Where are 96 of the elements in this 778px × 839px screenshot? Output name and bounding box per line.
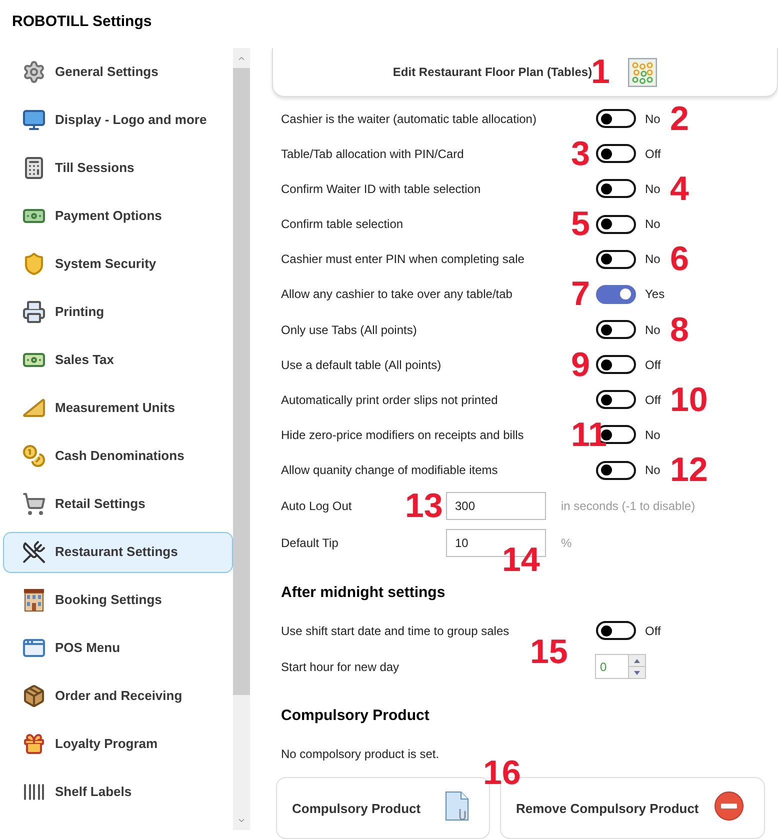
setting-label: Use shift start date and time to group sales (281, 624, 510, 638)
section-heading: After midnight settings (281, 582, 446, 603)
toggle-state: Off (645, 146, 661, 163)
setting-label: Start hour for new day (281, 660, 400, 674)
sidebar-item[interactable]: Booking Settings (3, 580, 233, 620)
callout-number: 13 (405, 489, 443, 524)
document-clip-icon (445, 790, 469, 821)
package-icon (22, 684, 46, 708)
info-message: No compolsory product is set. (281, 746, 440, 762)
setting-label: Hide zero-price modifiers on receipts and bills (281, 428, 524, 442)
toggle-state: No (645, 180, 660, 198)
setting-label: Only use Tabs (All points) (281, 322, 417, 337)
callout-number: 4 (670, 172, 689, 206)
gear-icon (22, 60, 46, 84)
toggle-state: Off (645, 622, 661, 640)
setting-label: Use a default table (All points) (281, 358, 442, 372)
toggle-state: Yes (645, 286, 665, 304)
field-hint: in seconds (-1 to disable) (561, 498, 696, 516)
callout-number: 7 (571, 277, 590, 312)
sidebar-item[interactable]: Till Sessions (3, 148, 233, 188)
toggle-switch[interactable] (596, 109, 636, 128)
coins-icon (22, 444, 46, 468)
sidebar-item[interactable]: Shelf Labels (3, 772, 233, 812)
toggle-switch[interactable] (596, 355, 636, 374)
callout-number: 15 (530, 634, 568, 669)
building-icon (22, 588, 46, 612)
sidebar-item[interactable]: Order and Receiving (3, 676, 233, 716)
callout-number: 5 (571, 207, 590, 242)
caret-down-icon (634, 670, 640, 675)
callout-number: 12 (670, 453, 708, 488)
toggle-state: Off (645, 392, 661, 409)
toggle-switch[interactable] (596, 250, 636, 269)
window-title: ROBOTILL Settings (12, 13, 152, 30)
printer-icon (22, 300, 46, 324)
number-field[interactable]: 0 (595, 654, 629, 680)
toggle-state: No (645, 110, 660, 128)
toggle-switch[interactable] (596, 390, 636, 410)
toggle-switch[interactable] (596, 284, 636, 304)
setting-label: Confirm Waiter ID with table selection (281, 182, 481, 196)
floor-plan-icon (628, 58, 658, 86)
fork-knife-icon (22, 540, 46, 564)
sidebar-item[interactable]: Restaurant Settings (3, 532, 233, 572)
sidebar-item[interactable]: Display - Logo and more (3, 100, 233, 140)
sidebar-item[interactable]: Sales Tax (3, 340, 233, 380)
sidebar-item[interactable]: System Security (3, 244, 233, 284)
gift-icon (22, 732, 46, 756)
callout-number: 6 (670, 242, 689, 276)
toggle-state: No (645, 462, 660, 480)
caret-up-icon (634, 658, 640, 663)
spin-up-button[interactable] (629, 655, 645, 668)
sidebar-item[interactable]: Cash Denominations (3, 436, 233, 476)
toggle-switch[interactable] (596, 320, 636, 340)
scrollbar-thumb[interactable] (233, 68, 250, 695)
toggle-switch[interactable] (596, 214, 636, 234)
sidebar-item[interactable]: General Settings (3, 52, 233, 92)
spin-down-button[interactable] (629, 667, 645, 678)
callout-number: 1 (591, 55, 610, 89)
toggle-switch[interactable] (596, 621, 636, 640)
field-hint: % (561, 535, 572, 552)
monitor-icon (22, 108, 46, 132)
sidebar-item[interactable]: Measurement Units (3, 388, 233, 428)
setting-label: Cashier must enter PIN when completing sale (281, 252, 524, 266)
setting-label: Allow quanity change of modifiable items (281, 463, 498, 478)
toggle-state: No (645, 322, 660, 339)
sidebar-item[interactable]: Retail Settings (3, 484, 233, 524)
callout-number: 9 (571, 348, 590, 382)
toggle-state: No (645, 251, 660, 268)
sidebar-item[interactable]: POS Menu (3, 628, 233, 668)
callout-number: 2 (670, 102, 689, 136)
callout-number: 3 (571, 136, 590, 171)
toggle-state: No (645, 216, 660, 234)
section-heading: Compulsory Product (281, 706, 430, 726)
setting-label: Confirm table selection (281, 217, 404, 232)
toggle-state: No (645, 426, 660, 444)
setting-label: Cashier is the waiter (automatic table allocation) (281, 112, 536, 126)
sidebar-item[interactable]: Printing (3, 292, 233, 332)
setting-label: Auto Log Out (281, 499, 352, 514)
window-icon (22, 636, 46, 660)
toggle-state: Off (645, 356, 661, 374)
setting-label: Allow any cashier to take over any table/tab (281, 287, 512, 302)
scrollbar[interactable] (233, 48, 250, 830)
calculator-icon (22, 156, 46, 180)
setting-label: Automatically print order slips not printed (281, 392, 498, 407)
sidebar-item[interactable]: Loyalty Program (3, 724, 233, 764)
input-field[interactable]: 300 (446, 492, 546, 520)
shield-icon (22, 252, 46, 276)
minus-circle-icon (714, 790, 744, 821)
callout-number: 8 (670, 312, 689, 347)
setting-label: Default Tip (281, 536, 338, 550)
toggle-switch[interactable] (596, 144, 636, 164)
sidebar-item[interactable]: Payment Options (3, 196, 233, 236)
toggle-switch[interactable] (596, 179, 636, 198)
callout-number: 10 (670, 382, 708, 417)
cart-icon (22, 492, 46, 516)
toggle-switch[interactable] (596, 460, 636, 480)
setting-label: Table/Tab allocation with PIN/Card (281, 146, 464, 161)
